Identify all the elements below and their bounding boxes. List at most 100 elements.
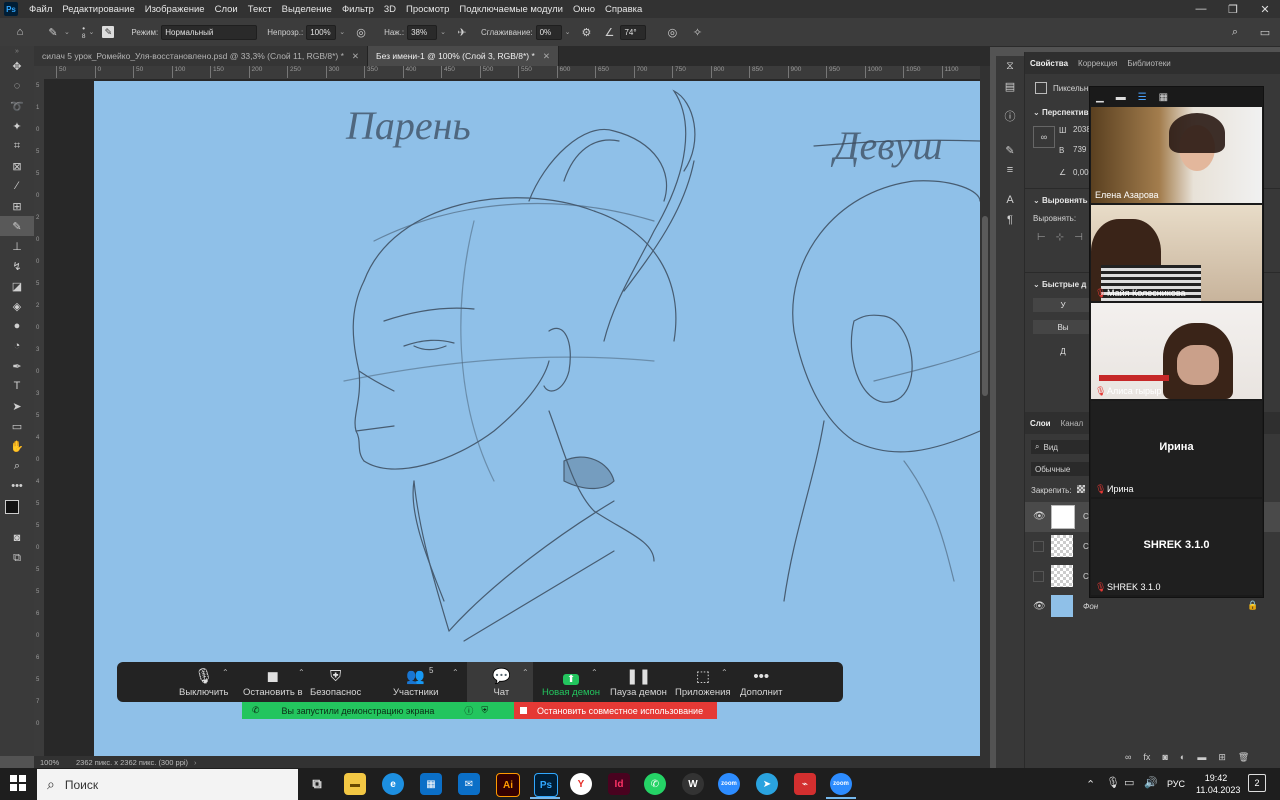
blend-mode-dropdown[interactable]: Обычные xyxy=(1031,462,1091,476)
maximize-button[interactable]: ❐ xyxy=(1218,0,1248,18)
microphone-icon[interactable]: 🎙 xyxy=(1106,776,1120,789)
eyedropper-tool-icon[interactable]: ⁄ xyxy=(0,176,34,196)
telegram-icon[interactable]: ➤ xyxy=(756,773,778,795)
align-section-title[interactable]: ⌄ Выровнять xyxy=(1033,196,1088,205)
brush-preset-picker[interactable]: • 8 xyxy=(82,24,86,40)
caret-down-icon[interactable]: ⌄ xyxy=(565,28,571,36)
more-button[interactable]: ••• Дополнит xyxy=(740,662,783,702)
home-icon[interactable]: ⌂ xyxy=(12,24,28,40)
notifications-icon[interactable]: 2 xyxy=(1248,774,1266,792)
stop-share-button[interactable]: Остановить совместное использование xyxy=(514,702,717,719)
mask-icon[interactable]: ◙ xyxy=(1162,752,1167,763)
frame-tool-icon[interactable]: ⊠ xyxy=(0,156,34,176)
volume-icon[interactable]: 🔊 xyxy=(1144,776,1158,789)
menu-edit[interactable]: Редактирование xyxy=(57,4,139,15)
menu-file[interactable]: Файл xyxy=(24,4,57,15)
collapse-icon[interactable]: » xyxy=(0,46,34,56)
quick-action-button[interactable]: Вы xyxy=(1033,320,1093,334)
blur-tool-icon[interactable]: ● xyxy=(0,316,34,336)
eye-icon[interactable]: 👁 xyxy=(1033,511,1046,522)
vertical-scrollbar[interactable] xyxy=(980,66,990,756)
tab-document-2[interactable]: Без имени-1 @ 100% (Слой 3, RGB/8*) * ✕ xyxy=(368,46,559,66)
bucket-tool-icon[interactable]: ◈ xyxy=(0,296,34,316)
zoom-app-icon[interactable]: zoom xyxy=(718,773,740,795)
menu-view[interactable]: Просмотр xyxy=(401,4,454,15)
mode-dropdown[interactable]: Нормальный xyxy=(161,24,258,40)
smoothing-input[interactable]: 0% xyxy=(535,24,562,40)
menu-layers[interactable]: Слои xyxy=(210,4,243,15)
tab-document-1[interactable]: силач 5 урок_Ромейко_Уля-восстановлено.p… xyxy=(34,46,369,66)
illustrator-icon[interactable]: Ai xyxy=(496,773,520,797)
hand-tool-icon[interactable]: ✋ xyxy=(0,436,34,456)
photoshop-logo-icon[interactable]: Ps xyxy=(4,2,18,16)
minimize-icon[interactable]: ▁ xyxy=(1096,92,1104,103)
file-explorer-icon[interactable]: ▬ xyxy=(344,773,366,795)
history-panel-icon[interactable]: ⧖ xyxy=(996,56,1024,76)
adjustment-icon[interactable]: ◐ xyxy=(1180,752,1185,763)
brush-tool-icon[interactable]: ✎ xyxy=(0,216,34,236)
airbrush-icon[interactable]: ✈ xyxy=(454,24,470,40)
menu-type[interactable]: Текст xyxy=(243,4,277,15)
pressure-size-icon[interactable]: ◎ xyxy=(664,24,680,40)
brush-settings-icon[interactable]: ✎ xyxy=(102,26,115,38)
caret-up-icon[interactable]: ⌃ xyxy=(522,668,529,677)
tab-adjustments[interactable]: Коррекция xyxy=(1073,52,1122,74)
start-button[interactable] xyxy=(10,775,26,791)
brush-settings-panel-icon[interactable]: ≡ xyxy=(996,160,1024,180)
align-left-icon[interactable]: ⊢ xyxy=(1037,232,1046,243)
info-icon[interactable]: ⓘ xyxy=(464,704,473,717)
color-swatches[interactable] xyxy=(0,496,34,528)
minimize-button[interactable]: — xyxy=(1186,0,1216,18)
caret-down-icon[interactable]: ⌄ xyxy=(89,28,95,36)
caret-down-icon[interactable]: ⌄ xyxy=(64,28,70,36)
magic-wand-tool-icon[interactable]: ✦ xyxy=(0,116,34,136)
calculator-icon[interactable]: ▦ xyxy=(420,773,442,795)
pen-tool-icon[interactable]: ✒ xyxy=(0,356,34,376)
menu-window[interactable]: Окно xyxy=(568,4,600,15)
menu-plugins[interactable]: Подключаемые модули xyxy=(454,4,568,15)
link-icon[interactable]: ∞ xyxy=(1033,126,1055,148)
scrollbar-thumb[interactable] xyxy=(982,216,988,396)
pressure-opacity-icon[interactable]: ◎ xyxy=(353,24,369,40)
language-indicator[interactable]: РУС xyxy=(1167,779,1185,789)
height-value[interactable]: 739 xyxy=(1073,145,1086,154)
quick-actions-title[interactable]: ⌄ Быстрые д xyxy=(1033,280,1086,289)
caret-up-icon[interactable]: ⌃ xyxy=(298,668,305,677)
whatsapp-icon[interactable]: ✆ xyxy=(644,773,666,795)
zoom-tool-icon[interactable]: ⌕ xyxy=(0,456,34,476)
transform-section-title[interactable]: ⌄ Перспектив xyxy=(1033,108,1089,117)
caret-down-icon[interactable]: ⌄ xyxy=(440,28,446,36)
trash-icon[interactable]: 🗑 xyxy=(1238,752,1249,763)
menu-3d[interactable]: 3D xyxy=(379,4,401,15)
link-layers-icon[interactable]: ∞ xyxy=(1125,752,1131,763)
lock-transparency-icon[interactable] xyxy=(1077,485,1085,493)
edge-icon[interactable]: e xyxy=(382,773,404,795)
tab-libraries[interactable]: Библиотеки xyxy=(1122,52,1175,74)
opacity-input[interactable]: 100% xyxy=(306,24,337,40)
acrobat-icon[interactable]: ⌁ xyxy=(794,773,816,795)
strip-view-icon[interactable]: ☰ xyxy=(1138,92,1147,103)
type-tool-icon[interactable]: T xyxy=(0,376,34,396)
zoom-meeting-icon[interactable]: zoom xyxy=(830,773,852,795)
mail-icon[interactable]: ✉ xyxy=(458,773,480,795)
yandex-browser-icon[interactable]: Y xyxy=(570,773,592,795)
foreground-color-swatch[interactable] xyxy=(5,500,19,514)
zoom-level[interactable]: 100% xyxy=(40,758,70,767)
character-panel-icon[interactable]: A xyxy=(996,190,1024,210)
close-button[interactable]: ✕ xyxy=(1250,0,1280,18)
visibility-toggle[interactable] xyxy=(1033,541,1044,552)
more-tools-icon[interactable]: ••• xyxy=(0,476,34,496)
caret-down-icon[interactable]: ⌄ xyxy=(339,28,345,36)
quick-action-button[interactable]: У xyxy=(1033,298,1093,312)
layer-filter[interactable]: ⌕ Вид xyxy=(1031,440,1091,454)
canvas[interactable]: Парень Девуш xyxy=(94,81,980,756)
stop-video-button[interactable]: ◼ Остановить в xyxy=(243,662,303,702)
menu-help[interactable]: Справка xyxy=(600,4,647,15)
rectangle-tool-icon[interactable]: ▭ xyxy=(0,416,34,436)
menu-filter[interactable]: Фильтр xyxy=(337,4,379,15)
stamp-tool-icon[interactable]: ⊥ xyxy=(0,236,34,256)
participant-tile[interactable]: 🎙 Майя Колесникова xyxy=(1091,205,1262,301)
participant-tile[interactable]: SHREK 3.1.0 🎙 SHREK 3.1.0 xyxy=(1091,499,1262,595)
participant-tile[interactable]: Ирина 🎙 Ирина xyxy=(1091,401,1262,497)
align-right-icon[interactable]: ⊣ xyxy=(1074,232,1083,243)
